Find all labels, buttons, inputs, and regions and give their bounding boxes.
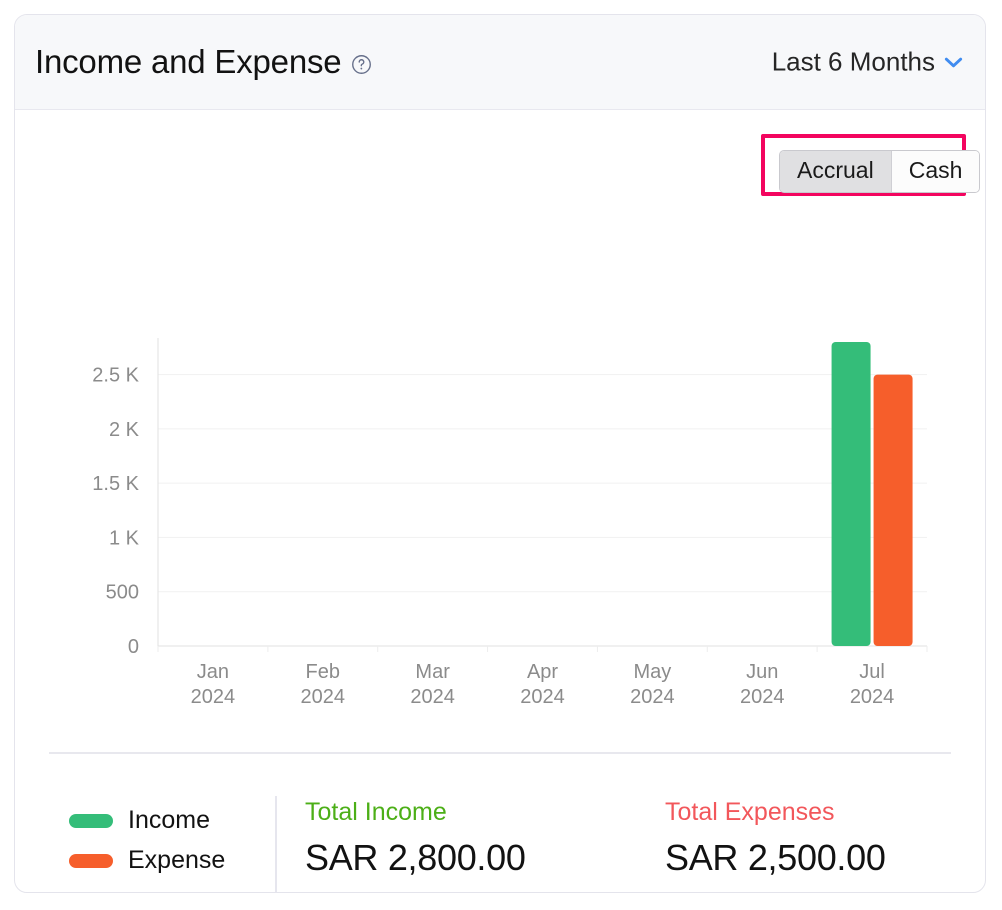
total-income-value: SAR 2,800.00 [305, 837, 526, 879]
x-axis-tick-sublabel: 2024 [301, 686, 346, 708]
total-income-block: Total Income SAR 2,800.00 [305, 798, 526, 879]
total-income-caption: Total Income [305, 798, 526, 827]
x-axis-tick-label: Feb [306, 661, 340, 683]
summary-vertical-divider [275, 796, 277, 892]
y-axis-tick-label: 1 K [109, 527, 140, 549]
x-axis-tick-sublabel: 2024 [740, 686, 785, 708]
card-body: Accrual Cash 05001 K1.5 K2 K2.5 KJan2024… [15, 110, 985, 892]
total-expenses-block: Total Expenses SAR 2,500.00 [665, 798, 886, 879]
income-expense-card: Income and Expense Last 6 Months Accrua [14, 14, 986, 893]
x-axis-tick-label: May [633, 661, 671, 683]
income-expense-chart: 0 500 1 K 1.5 K 2 K 2.5 K Jan 2024 Feb 2024 Mar 202… [15, 110, 986, 710]
period-selector[interactable]: Last 6 Months [772, 47, 963, 78]
legend-item-income[interactable]: Income [69, 806, 225, 835]
chart-bar[interactable] [832, 342, 871, 646]
legend-item-expense[interactable]: Expense [69, 846, 225, 875]
x-axis-tick-label: Jan [197, 661, 229, 683]
legend-swatch-expense [69, 854, 113, 868]
y-axis-tick-label: 500 [106, 582, 139, 604]
x-axis-tick-label: Mar [415, 661, 450, 683]
x-axis-tick-sublabel: 2024 [850, 686, 895, 708]
x-axis-tick-sublabel: 2024 [410, 686, 455, 708]
chart-bar[interactable] [874, 375, 913, 646]
help-circle-icon[interactable] [351, 54, 372, 75]
section-divider [49, 752, 951, 754]
summary-section: Income Expense Total Income SAR 2,800.00… [15, 782, 986, 893]
page-title: Income and Expense [35, 43, 341, 81]
x-axis-tick-label: Jun [746, 661, 778, 683]
legend-label-expense: Expense [128, 846, 225, 875]
total-expenses-value: SAR 2,500.00 [665, 837, 886, 879]
y-axis-tick-label: 0 [128, 636, 139, 658]
screenshot-root: Income and Expense Last 6 Months Accrua [0, 0, 1002, 910]
y-axis-tick-label: 2 K [109, 419, 140, 441]
x-axis-tick-label: Jul [859, 661, 885, 683]
legend-label-income: Income [128, 806, 210, 835]
total-expenses-caption: Total Expenses [665, 798, 886, 827]
x-axis-tick-sublabel: 2024 [520, 686, 565, 708]
x-axis-tick-sublabel: 2024 [630, 686, 675, 708]
legend-swatch-income [69, 814, 113, 828]
chart-svg: 0 500 1 K 1.5 K 2 K 2.5 K Jan 2024 Feb 2024 Mar 202… [15, 110, 986, 710]
chevron-down-icon[interactable] [944, 56, 963, 68]
title-group: Income and Expense [35, 43, 372, 81]
y-axis-tick-label: 2.5 K [92, 365, 139, 387]
period-label: Last 6 Months [772, 47, 935, 78]
y-axis-tick-label: 1.5 K [92, 473, 139, 495]
chart-legend: Income Expense [69, 806, 225, 875]
x-axis-tick-label: Apr [527, 661, 558, 683]
card-header: Income and Expense Last 6 Months [15, 15, 985, 110]
x-axis-tick-sublabel: 2024 [191, 686, 236, 708]
